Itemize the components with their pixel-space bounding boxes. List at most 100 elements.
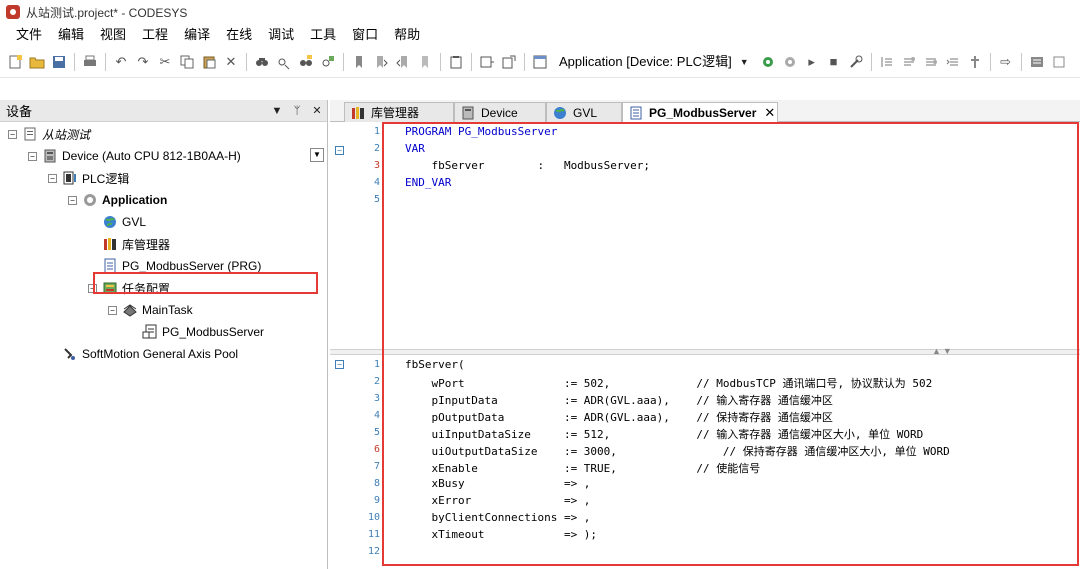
- tab-pg-modbusserver[interactable]: PG_ModbusServer ✕: [622, 102, 778, 123]
- code-line[interactable]: END_VAR: [405, 176, 451, 189]
- code-editor[interactable]: − 1 2 3 4 5 PROGRAM PG_ModbusServer VAR …: [330, 122, 1080, 569]
- code-line[interactable]: wPort := 502, // ModbusTCP 通讯端口号, 协议默认为 …: [405, 375, 932, 391]
- tree-dropdown-chevron-icon[interactable]: ▼: [310, 148, 324, 162]
- tree-item-maintask[interactable]: − MainTask: [108, 300, 193, 320]
- tree-item-pg-modbusserver-call[interactable]: PG_ModbusServer: [142, 322, 264, 342]
- step-out-icon[interactable]: [921, 52, 941, 72]
- new-file-icon[interactable]: [5, 52, 25, 72]
- window-title: 从站测试.project* - CODESYS: [26, 5, 188, 20]
- tree-item-device[interactable]: − Device (Auto CPU 812-1B0AA-H): [28, 146, 241, 166]
- tree-item-softmotion-axis-pool[interactable]: SoftMotion General Axis Pool: [62, 344, 238, 364]
- force-values-icon[interactable]: ⇨: [996, 52, 1016, 72]
- undo-icon[interactable]: ↶: [111, 52, 131, 72]
- axis-pool-icon: [62, 346, 78, 362]
- toolbar-separator: [870, 52, 872, 71]
- tab-gvl[interactable]: GVL: [546, 102, 622, 122]
- menu-file[interactable]: 文件: [8, 24, 50, 46]
- globe-icon: [553, 106, 567, 120]
- login-icon[interactable]: [758, 52, 778, 72]
- stop-icon[interactable]: ■: [824, 52, 844, 72]
- menu-window[interactable]: 窗口: [344, 24, 386, 46]
- menu-view[interactable]: 视图: [92, 24, 134, 46]
- collapse-icon[interactable]: −: [48, 173, 57, 183]
- collapse-icon[interactable]: −: [28, 151, 37, 161]
- toolbar-separator: [105, 52, 106, 71]
- code-line[interactable]: fbServer : ModbusServer;: [405, 159, 650, 172]
- tab-library-manager[interactable]: 库管理器: [344, 102, 454, 122]
- menu-tools[interactable]: 工具: [302, 24, 344, 46]
- collapse-icon[interactable]: −: [8, 129, 17, 139]
- cut-icon[interactable]: ✂: [155, 52, 175, 72]
- redo-icon[interactable]: ↷: [133, 52, 153, 72]
- splitter-arrows-icon[interactable]: ▲▼: [932, 346, 954, 356]
- code-line[interactable]: uiInputDataSize := 512, // 输入寄存器 通信缓冲区大小…: [405, 426, 923, 442]
- code-line[interactable]: VAR: [405, 142, 425, 155]
- close-icon[interactable]: ✕: [307, 104, 327, 117]
- tree-item-library-manager[interactable]: 库管理器: [102, 234, 170, 254]
- logout-icon[interactable]: [780, 52, 800, 72]
- bookmark-next-icon[interactable]: [371, 52, 391, 72]
- tree-item-project[interactable]: − 从站测试: [8, 124, 90, 144]
- editor-splitter[interactable]: ▲▼: [330, 346, 1080, 356]
- device-window-icon[interactable]: [530, 52, 550, 72]
- start-icon[interactable]: ▸: [802, 52, 822, 72]
- collapse-icon[interactable]: −: [68, 195, 77, 205]
- save-icon[interactable]: [49, 52, 69, 72]
- code-line[interactable]: pOutputData := ADR(GVL.aaa), // 保持寄存器 通信…: [405, 409, 832, 425]
- devices-panel: 设备 ▼ ᛘ ✕ ▼ − 从站测试 − Device (Auto CPU 812…: [0, 100, 328, 569]
- reset-icon[interactable]: [846, 52, 866, 72]
- tree-item-label: 库管理器: [122, 237, 171, 252]
- find-in-project-icon[interactable]: [318, 52, 338, 72]
- code-line[interactable]: xError => ,: [405, 494, 590, 507]
- close-tab-icon[interactable]: ✕: [764, 105, 775, 121]
- library-icon: [102, 236, 118, 252]
- copy-icon[interactable]: [177, 52, 197, 72]
- code-line[interactable]: fbServer(: [405, 358, 465, 371]
- code-line[interactable]: byClientConnections => ,: [405, 511, 590, 524]
- code-line[interactable]: xEnable := TRUE, // 使能信号: [405, 460, 760, 476]
- step-into-icon[interactable]: [899, 52, 919, 72]
- clipboard-icon[interactable]: [446, 52, 466, 72]
- bookmark-clear-icon[interactable]: [415, 52, 435, 72]
- menu-debug[interactable]: 调试: [260, 24, 302, 46]
- tree-item-gvl[interactable]: GVL: [102, 212, 146, 232]
- menu-online[interactable]: 在线: [218, 24, 260, 46]
- bookmark-icon[interactable]: [349, 52, 369, 72]
- code-line[interactable]: xTimeout => );: [405, 528, 597, 541]
- active-application-combo[interactable]: Application [Device: PLC逻辑] ▼: [555, 52, 753, 72]
- bookmark-previous-icon[interactable]: [393, 52, 413, 72]
- code-line[interactable]: uiOutputDataSize := 3000, // 保持寄存器 通信缓冲区…: [405, 443, 949, 459]
- find-next-icon[interactable]: [296, 52, 316, 72]
- program-call-icon: [142, 324, 158, 340]
- line-number: 4: [373, 177, 380, 188]
- tree-item-application[interactable]: − Application: [68, 190, 167, 210]
- menu-project[interactable]: 工程: [134, 24, 176, 46]
- export-icon[interactable]: [499, 52, 519, 72]
- line-number: 4: [373, 410, 380, 421]
- panel-menu-chevron-icon[interactable]: ▼: [267, 105, 287, 117]
- menu-help[interactable]: 帮助: [386, 24, 428, 46]
- write-values-icon[interactable]: [1027, 52, 1047, 72]
- open-folder-icon[interactable]: [27, 52, 47, 72]
- tab-device[interactable]: Device: [454, 102, 546, 122]
- unforce-icon[interactable]: [1049, 52, 1069, 72]
- menu-edit[interactable]: 编辑: [50, 24, 92, 46]
- print-icon[interactable]: [80, 52, 100, 72]
- device-icon: [42, 148, 58, 164]
- collapse-icon[interactable]: −: [108, 305, 117, 315]
- pin-icon[interactable]: ᛘ: [287, 105, 307, 117]
- code-line[interactable]: PROGRAM PG_ModbusServer: [405, 125, 557, 138]
- code-line[interactable]: pInputData := ADR(GVL.aaa), // 输入寄存器 通信缓…: [405, 392, 832, 408]
- tree-item-label: PLC逻辑: [82, 171, 130, 186]
- find-icon[interactable]: [252, 52, 272, 72]
- paste-icon[interactable]: [199, 52, 219, 72]
- build-dropdown-icon[interactable]: [477, 52, 497, 72]
- code-line[interactable]: xBusy => ,: [405, 477, 590, 490]
- run-to-cursor-icon[interactable]: [943, 52, 963, 72]
- replace-icon[interactable]: [274, 52, 294, 72]
- delete-icon[interactable]: ✕: [221, 52, 241, 72]
- menu-build[interactable]: 编译: [176, 24, 218, 46]
- tree-item-plc-logic[interactable]: − PLC逻辑: [48, 168, 129, 188]
- breakpoint-toggle-icon[interactable]: [965, 52, 985, 72]
- step-over-icon[interactable]: [877, 52, 897, 72]
